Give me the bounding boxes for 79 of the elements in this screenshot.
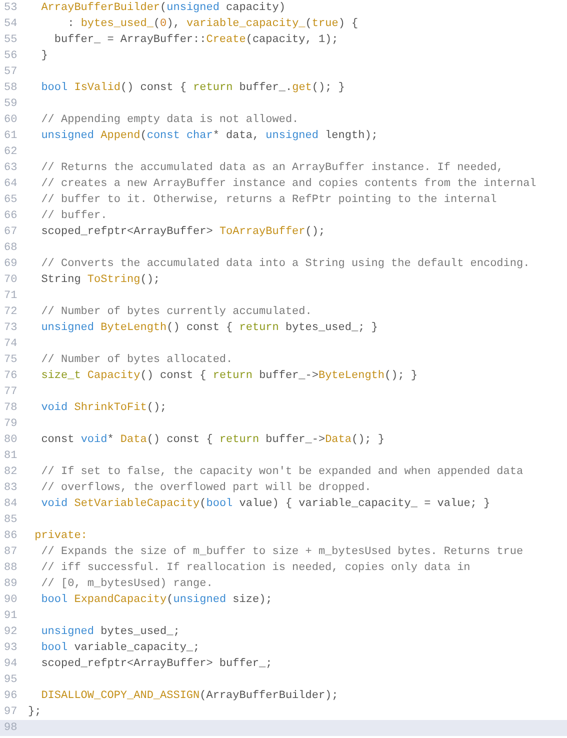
line-number: 92 — [3, 625, 18, 640]
line-number: 89 — [3, 577, 18, 592]
code-line: // [0, m_bytesUsed) range. — [40, 577, 213, 592]
line-number: 77 — [3, 385, 18, 400]
line-number: 98 — [3, 721, 18, 736]
code-line: private: — [34, 529, 88, 544]
code-line: ArrayBufferBuilder(unsigned capacity) — [40, 1, 286, 16]
line-number: 76 — [3, 369, 18, 384]
line-number: 55 — [3, 33, 18, 48]
line-number: 86 — [3, 529, 18, 544]
line-number: 90 — [3, 593, 18, 608]
line-number: 73 — [3, 321, 18, 336]
line-number: 91 — [3, 609, 18, 624]
code-line: } — [40, 49, 48, 64]
code-line: void SetVariableCapacity(bool value) { variable_capacity_ = value; } — [40, 497, 490, 512]
line-number: 97 — [3, 705, 18, 720]
line-number: 66 — [3, 209, 18, 224]
code-line: // If set to false, the capacity won't be expanded and when appended data — [40, 465, 524, 480]
line-number: 59 — [3, 97, 18, 112]
line-number: 56 — [3, 49, 18, 64]
code-line: // creates a new ArrayBuffer instance and copies contents from the internal — [40, 177, 536, 192]
line-number: 83 — [3, 481, 18, 496]
line-number: 82 — [3, 465, 18, 480]
code-line: : bytes_used_(0), variable_capacity_(true) { — [66, 17, 358, 32]
code-line: DISALLOW_COPY_AND_ASSIGN(ArrayBufferBuilder); — [40, 689, 338, 704]
code-line: unsigned Append(const char* data, unsigned length); — [40, 129, 378, 144]
line-number: 87 — [3, 545, 18, 560]
code-line: // buffer. — [40, 209, 108, 224]
code-line: size_t Capacity() const { return buffer_->ByteLength(); } — [40, 369, 418, 384]
code-line: // Number of bytes currently accumulated. — [40, 305, 312, 320]
code-line: // overflows, the overflowed part will be dropped. — [40, 481, 372, 496]
line-number: 61 — [3, 129, 18, 144]
line-number: 72 — [3, 305, 18, 320]
code-line: buffer_ = ArrayBuffer::Create(capacity, 1); — [53, 33, 338, 48]
line-number: 60 — [3, 113, 18, 128]
line-number: 53 — [3, 1, 18, 16]
line-number: 78 — [3, 401, 18, 416]
line-number: 75 — [3, 353, 18, 368]
code-line: }; — [28, 705, 42, 720]
line-number: 88 — [3, 561, 18, 576]
line-number: 93 — [3, 641, 18, 656]
line-number: 69 — [3, 257, 18, 272]
line-number: 54 — [3, 17, 18, 32]
line-number: 84 — [3, 497, 18, 512]
line-number: 79 — [3, 417, 18, 432]
line-number: 62 — [3, 145, 18, 160]
line-number: 94 — [3, 657, 18, 672]
code-line: unsigned ByteLength() const { return bytes_used_; } — [40, 321, 378, 336]
line-number: 74 — [3, 337, 18, 352]
code-line: // Returns the accumulated data as an ArrayBuffer instance. If needed, — [40, 161, 504, 176]
code-line: // Expands the size of m_buffer to size + m_bytesUsed bytes. Returns true — [40, 545, 524, 560]
code-line: String ToString(); — [40, 273, 160, 288]
code-line: const void* Data() const { return buffer_->Data(); } — [40, 433, 384, 448]
line-number: 67 — [3, 225, 18, 240]
line-number: 65 — [3, 193, 18, 208]
code-line: // Number of bytes allocated. — [40, 353, 233, 368]
code-line: bool IsValid() const { return buffer_.get(); } — [40, 81, 345, 96]
code-line: unsigned bytes_used_; — [40, 625, 180, 640]
line-number: 81 — [3, 449, 18, 464]
line-number: 63 — [3, 161, 18, 176]
line-number: 58 — [3, 81, 18, 96]
line-number: 71 — [3, 289, 18, 304]
code-line: scoped_refptr<ArrayBuffer> buffer_; — [40, 657, 272, 672]
code-line: scoped_refptr<ArrayBuffer> ToArrayBuffer(); — [40, 225, 326, 240]
code-line: // Appending empty data is not allowed. — [40, 113, 299, 128]
line-number: 85 — [3, 513, 18, 528]
line-number: 68 — [3, 241, 18, 256]
code-line: void ShrinkToFit(); — [40, 401, 167, 416]
code-line: // buffer to it. Otherwise, returns a RefPtr pointing to the internal — [40, 193, 497, 208]
line-number: 96 — [3, 689, 18, 704]
line-number: 64 — [3, 177, 18, 192]
code-line: // iff successful. If reallocation is needed, copies only data in — [40, 561, 470, 576]
line-number: 70 — [3, 273, 18, 288]
line-number: 80 — [3, 433, 18, 448]
line-number: 95 — [3, 673, 18, 688]
line-number: 57 — [3, 65, 18, 80]
code-line: bool variable_capacity_; — [40, 641, 200, 656]
code-line: // Converts the accumulated data into a String using the default encoding. — [40, 257, 530, 272]
code-line: bool ExpandCapacity(unsigned size); — [40, 593, 272, 608]
